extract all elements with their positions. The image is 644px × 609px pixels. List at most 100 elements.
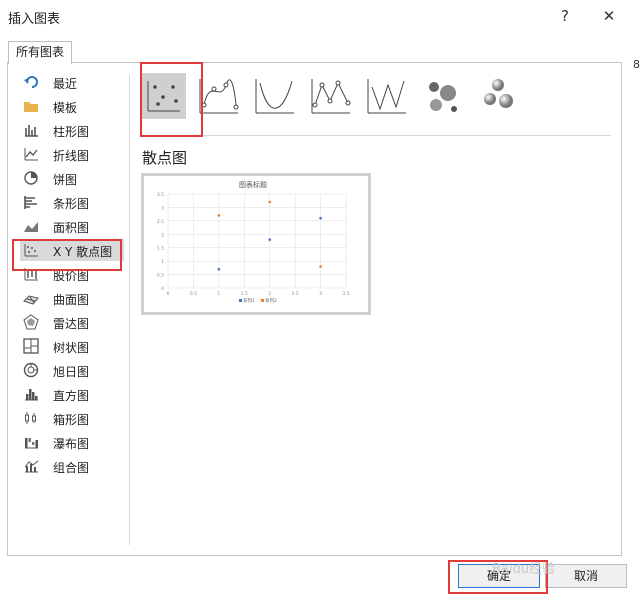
watermark: Baidu经验 <box>492 562 555 577</box>
subtype-straight-line[interactable] <box>364 73 410 119</box>
sidebar-item-line-chart[interactable]: 折线图 <box>20 143 124 165</box>
preview-chart-svg: 图表标题 0 0.5 1 1.5 2 2.5 3 3.5 0 0.5 1 1.5 2 2.5 3 3.5 系列1 系… <box>157 180 350 304</box>
legend-label: 系列1 <box>243 297 255 304</box>
box-chart-icon <box>23 410 39 426</box>
section-title: 散点图 <box>142 149 188 167</box>
sidebar-item-label: 最近 <box>53 77 78 91</box>
legend-swatch <box>261 299 264 302</box>
area-chart-icon <box>23 218 39 234</box>
folder-icon <box>23 98 39 114</box>
y-tick-label: 3 <box>161 205 164 211</box>
subtype-scatter[interactable] <box>140 73 186 119</box>
sidebar-item-radar-chart[interactable]: 雷达图 <box>20 311 124 333</box>
data-point <box>319 265 322 268</box>
sidebar-item-label: 雷达图 <box>53 317 90 331</box>
sidebar-item-label: 树状图 <box>53 341 90 355</box>
sidebar-item-label: 组合图 <box>53 461 90 475</box>
sidebar-item-label: 模板 <box>53 101 78 115</box>
sidebar-item-combo-chart[interactable]: 组合图 <box>20 455 124 477</box>
sidebar-item-label: 旭日图 <box>53 365 90 379</box>
background-number: 8 <box>633 58 640 71</box>
legend-swatch <box>239 299 242 302</box>
sidebar-item-column-chart[interactable]: 柱形图 <box>20 119 124 141</box>
radar-chart-icon <box>23 314 39 330</box>
sidebar-item-histogram-chart[interactable]: 直方图 <box>20 383 124 405</box>
y-tick-label: 0.5 <box>157 273 164 279</box>
tab-all-charts[interactable]: 所有图表 <box>8 41 72 64</box>
sidebar-item-label: 饼图 <box>53 173 78 187</box>
histogram-chart-icon <box>23 386 39 402</box>
y-tick-label: 2 <box>161 232 164 238</box>
sidebar-item-pie-chart[interactable]: 饼图 <box>20 167 124 189</box>
data-point <box>217 267 221 271</box>
x-tick-label: 2 <box>268 291 271 297</box>
dialog-title: 插入图表 <box>8 12 61 27</box>
line-chart-icon <box>23 146 39 162</box>
scatter-chart-icon <box>23 242 39 258</box>
sidebar-item-sunburst-chart[interactable]: 旭日图 <box>20 359 124 381</box>
scatter-icon <box>147 81 180 112</box>
subtype-3d-bubble[interactable] <box>476 73 522 119</box>
sidebar-item-label: 面积图 <box>53 221 90 235</box>
stock-chart-icon <box>23 266 39 282</box>
y-tick-label: 1 <box>161 259 164 265</box>
sidebar-item-label: 箱形图 <box>53 413 90 427</box>
sidebar-item-stock-chart[interactable]: 股价图 <box>20 263 124 285</box>
sidebar-item-bar-chart[interactable]: 条形图 <box>20 191 124 213</box>
title-bar: 插入图表 ? ✕ <box>0 0 630 32</box>
gallery-divider <box>141 135 611 136</box>
x-tick-label: 1.5 <box>241 291 248 297</box>
chart-type-sidebar: 最近模板柱形图折线图饼图条形图面积图 X Y 散点图股价图曲面图雷达图树状图旭日图… <box>8 71 128 541</box>
smooth-line-markers-icon <box>199 79 239 114</box>
y-tick-label: 0 <box>161 286 164 292</box>
cancel-button[interactable]: 取消 <box>545 564 627 588</box>
x-tick-label: 1 <box>217 291 220 297</box>
straight-line-icon <box>367 79 406 114</box>
smooth-line-icon <box>255 79 294 114</box>
close-button[interactable]: ✕ <box>598 5 620 27</box>
insert-chart-dialog: 插入图表 ? ✕ 所有图表 最近模板柱形图折线图饼图条形图面积图 X Y 散点图股… <box>0 0 630 600</box>
chart-preview[interactable]: 图表标题 0 0.5 1 1.5 2 2.5 3 3.5 0 0.5 1 1.5 2 2.5 3 3.5 系列1 系… <box>141 173 371 315</box>
sidebar-item-label: 柱形图 <box>53 125 90 139</box>
sidebar-item-label: 股价图 <box>53 269 90 283</box>
undo-icon <box>23 74 39 90</box>
column-chart-icon <box>23 122 39 138</box>
sidebar-item-area-chart[interactable]: 面积图 <box>20 215 124 237</box>
subtype-smooth-line[interactable] <box>252 73 298 119</box>
subtype-straight-line-markers[interactable] <box>308 73 354 119</box>
x-tick-label: 3.5 <box>342 291 349 297</box>
combo-chart-icon <box>23 458 39 474</box>
x-tick-label: 0 <box>167 291 170 297</box>
sunburst-chart-icon <box>23 362 39 378</box>
sidebar-item-box-chart[interactable]: 箱形图 <box>20 407 124 429</box>
surface-chart-icon <box>23 290 39 306</box>
data-point <box>268 200 272 204</box>
bubble-icon <box>429 82 457 112</box>
subtype-bubble[interactable] <box>420 73 466 119</box>
sidebar-item-label: 条形图 <box>53 197 90 211</box>
straight-line-markers-icon <box>311 79 351 114</box>
x-tick-label: 3 <box>319 291 322 297</box>
sidebar-item-surface-chart[interactable]: 曲面图 <box>20 287 124 309</box>
chart-title: 图表标题 <box>239 180 267 189</box>
waterfall-chart-icon <box>23 434 39 450</box>
sidebar-item-folder[interactable]: 模板 <box>20 95 124 117</box>
content-panel: 最近模板柱形图折线图饼图条形图面积图 X Y 散点图股价图曲面图雷达图树状图旭日图… <box>7 62 622 556</box>
sidebar-item-undo[interactable]: 最近 <box>20 71 124 93</box>
legend-label: 系列2 <box>265 297 277 304</box>
sidebar-item-label: 曲面图 <box>53 293 90 307</box>
sidebar-item-waterfall-chart[interactable]: 瀑布图 <box>20 431 124 453</box>
background-window-edge: 8 <box>631 0 644 609</box>
treemap-chart-icon <box>23 338 39 354</box>
sidebar-item-scatter-chart[interactable]: X Y 散点图 <box>20 239 124 261</box>
3d-bubble-icon <box>484 79 513 108</box>
x-tick-label: 2.5 <box>292 291 299 297</box>
sidebar-item-treemap-chart[interactable]: 树状图 <box>20 335 124 357</box>
subtype-smooth-line-markers[interactable] <box>196 73 242 119</box>
y-tick-label: 3.5 <box>157 192 164 198</box>
y-tick-label: 1.5 <box>157 246 164 252</box>
data-point <box>217 214 221 217</box>
data-point <box>268 238 272 241</box>
help-button[interactable]: ? <box>554 5 576 27</box>
sidebar-item-label: 直方图 <box>53 389 90 403</box>
